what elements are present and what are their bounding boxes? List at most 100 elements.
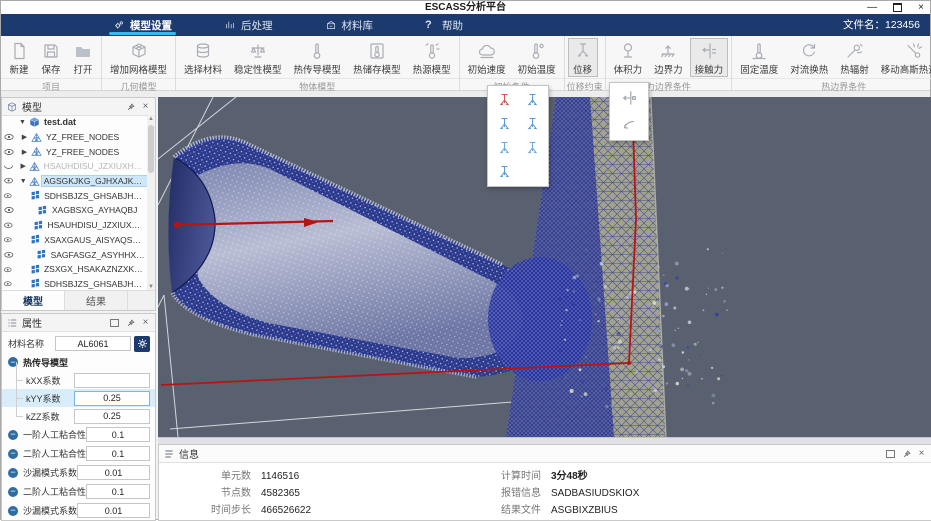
ribbon-button-thermo-source[interactable]: 热源模型	[408, 38, 456, 77]
property-input[interactable]: 0.1	[86, 427, 150, 442]
eye-icon[interactable]	[2, 234, 14, 246]
ribbon-button-fixed-temp[interactable]: 固定温度	[735, 38, 783, 77]
pin-icon[interactable]	[125, 317, 136, 328]
expander-icon[interactable]: ▼	[19, 178, 28, 185]
close-icon[interactable]: ×	[916, 448, 927, 459]
ribbon-button-radiation[interactable]: 热辐射	[835, 38, 874, 77]
property-row-4[interactable]: kZZ系数 0.25	[2, 398, 155, 425]
eye-icon[interactable]	[2, 130, 16, 144]
property-row-9[interactable]: − 沙漏模式系数 0.01	[2, 501, 155, 520]
property-row-3[interactable]: kYY系数 0.25	[2, 380, 155, 407]
ribbon-button-cloud-speed[interactable]: 初始速度	[463, 38, 511, 77]
tree-item-7[interactable]: HSAUHDISU_JZXIUXHAHX	[2, 218, 147, 233]
constraint-y-option[interactable]	[518, 137, 546, 159]
tree-item-10[interactable]: ZSXGX_HSAKAZNZXK_AHASX	[2, 262, 147, 277]
tree-item-11[interactable]: SDHSBJZS_GHSABJHB_ZAHU	[2, 277, 147, 291]
tree-item-5[interactable]: SDHSBJZS_GHSABJHB_ZAHU	[2, 188, 147, 203]
collapse-icon[interactable]: −	[8, 448, 18, 459]
ribbon-button-save[interactable]: 保存	[36, 38, 66, 77]
tree-item-4[interactable]: ▼ AGSGKJKG_GJHXAJKHXA	[2, 174, 147, 189]
eye-icon[interactable]	[2, 145, 16, 159]
expander-icon[interactable]: ▶	[20, 133, 29, 141]
ribbon-button-balance[interactable]: 稳定性模型	[229, 38, 287, 77]
ribbon-button-triad[interactable]: 位移	[567, 38, 598, 77]
pin-icon[interactable]	[901, 448, 912, 459]
close-icon[interactable]: ×	[140, 317, 151, 328]
property-input[interactable]: 0.1	[86, 446, 150, 461]
menu-tab-3[interactable]: ? 帮助	[399, 14, 489, 36]
tree-item-0[interactable]: ▼ test.dat	[2, 115, 147, 130]
maximize-button[interactable]	[893, 3, 903, 12]
tree-scrollbar[interactable]: ▲ ▼	[147, 115, 155, 291]
scroll-up-icon[interactable]: ▲	[147, 116, 155, 122]
eye-icon[interactable]	[2, 264, 13, 275]
property-input[interactable]: 0.01	[77, 503, 150, 518]
collapse-icon[interactable]: −	[8, 429, 18, 440]
ribbon-button-add-mesh[interactable]: 增加网格模型	[105, 38, 172, 77]
property-row-0[interactable]: 材料名称 AL6061	[2, 334, 155, 353]
constraint-all-option[interactable]	[490, 89, 518, 111]
expander-icon[interactable]: ▶	[20, 148, 29, 156]
ribbon-button-body-force[interactable]: 体积力	[609, 38, 648, 77]
tree-item-8[interactable]: XSAXGAUS_AISYAQSH_ASHX	[2, 233, 147, 248]
eye-icon[interactable]	[2, 219, 15, 232]
material-settings-button[interactable]	[134, 335, 150, 352]
expander-icon[interactable]: ▶	[19, 162, 27, 170]
ribbon-button-boundary-force[interactable]: 边界力	[649, 38, 688, 77]
tree-item-6[interactable]: XAGBSXG_AYHAQBJ	[2, 203, 147, 218]
eye-icon[interactable]	[2, 190, 14, 202]
ribbon-button-contact-force[interactable]: 接触力	[689, 38, 729, 77]
constraint-z-option[interactable]	[490, 161, 518, 183]
eye-icon[interactable]	[2, 174, 15, 187]
tree-item-1[interactable]: ▶ YZ_FREE_NODES	[2, 130, 147, 145]
contact-normal-option[interactable]	[610, 86, 648, 110]
tab-model[interactable]: 模型	[2, 291, 65, 310]
pin-icon[interactable]	[125, 101, 136, 112]
ribbon-button-thermo-storage[interactable]: 热储存模型	[348, 38, 406, 77]
collapse-icon[interactable]: −	[8, 467, 18, 478]
close-icon[interactable]: ×	[140, 101, 151, 112]
tab-result[interactable]: 结果	[65, 291, 128, 310]
ribbon-button-thermometer[interactable]: 热传导模型	[289, 38, 347, 77]
contact-tangent-option[interactable]	[610, 113, 648, 137]
property-input[interactable]: AL6061	[55, 336, 131, 351]
property-row-7[interactable]: − 沙漏模式系数 0.01	[2, 463, 155, 482]
tree-item-2[interactable]: ▶ YZ_FREE_NODES	[2, 144, 147, 159]
tree-item-3[interactable]: ▶ HSAUHDISU_JZXIUXHAHX	[2, 159, 147, 174]
property-input[interactable]: 0.01	[77, 465, 150, 480]
property-input[interactable]: 0.25	[74, 390, 150, 406]
restore-icon[interactable]	[886, 449, 895, 458]
property-input[interactable]: 0.1	[86, 484, 150, 499]
ribbon-button-new-doc[interactable]: 新建	[4, 38, 34, 77]
collapse-icon[interactable]: −	[8, 486, 18, 497]
property-row-1[interactable]: − 热传导模型	[2, 353, 155, 371]
menu-tab-1[interactable]: 后处理	[198, 14, 299, 36]
constraint-x-option[interactable]	[490, 137, 518, 159]
ribbon-button-init-temp[interactable]: 初始温度	[513, 38, 561, 77]
close-button[interactable]: ×	[918, 2, 924, 13]
ribbon-button-material-db[interactable]: 选择材料	[179, 38, 227, 77]
menu-tab-2[interactable]: 材料库	[299, 14, 400, 36]
property-row-8[interactable]: − 二阶人工粘合性 0.1	[2, 482, 155, 501]
ribbon-button-gauss-flux[interactable]: 移动高斯热通量	[876, 38, 931, 77]
property-row-2[interactable]: kXX系数	[2, 362, 155, 389]
constraint-xy-option[interactable]	[490, 113, 518, 135]
eye-icon[interactable]	[2, 248, 16, 262]
property-row-5[interactable]: − 一阶人工粘合性 0.1	[2, 425, 155, 444]
ribbon-button-open-folder[interactable]: 打开	[68, 38, 98, 77]
minimize-button[interactable]: —	[867, 2, 877, 13]
scrollbar-thumb[interactable]	[148, 125, 154, 173]
eye-icon[interactable]	[2, 278, 14, 290]
ribbon-button-convection[interactable]: 对流换热	[785, 38, 833, 77]
expander-icon[interactable]: ▼	[18, 119, 27, 126]
eye-icon[interactable]	[2, 203, 16, 217]
constraint-xyz-option[interactable]	[518, 89, 546, 111]
tree-item-9[interactable]: SAGFASGZ_ASYHHXSN	[2, 247, 147, 262]
collapse-icon[interactable]: −	[8, 505, 18, 516]
constraint-xz-option[interactable]	[518, 113, 546, 135]
property-input[interactable]	[74, 372, 150, 388]
eye-closed-icon[interactable]	[2, 160, 15, 173]
property-input[interactable]: 0.25	[74, 408, 150, 424]
menu-tab-0[interactable]: 模型设置	[87, 14, 198, 36]
property-row-6[interactable]: − 二阶人工粘合性 0.1	[2, 444, 155, 463]
